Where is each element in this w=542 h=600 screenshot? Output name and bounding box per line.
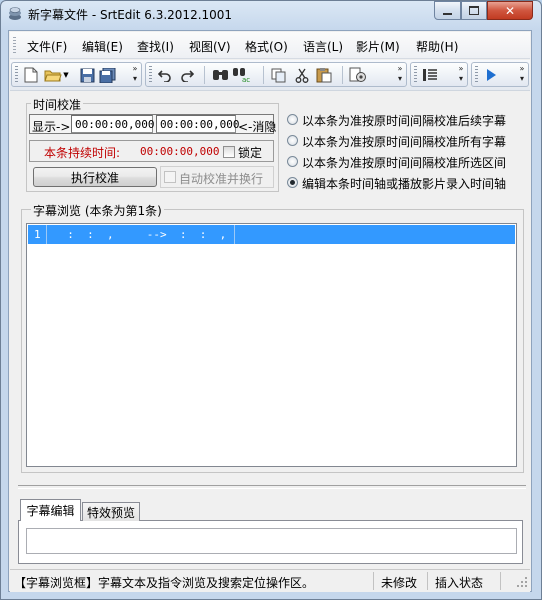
hide-label: <-消隐: [238, 120, 277, 134]
toolbar-grip[interactable]: [475, 66, 478, 84]
open-folder-icon[interactable]: [44, 66, 62, 84]
radio-label-range[interactable]: 以本条为准按原时间间隔校准所选区间: [302, 154, 506, 171]
radio-label-all[interactable]: 以本条为准按原时间间隔校准所有字幕: [302, 133, 506, 150]
app-icon: [9, 7, 21, 20]
save-icon[interactable]: [78, 66, 96, 84]
menu-grip[interactable]: [13, 37, 16, 53]
toolbar-separator: [204, 66, 205, 84]
toolbar-row: ▼ » ▾ ac » ▾ » ▾ » ▾: [10, 60, 530, 91]
toolbar-grip[interactable]: [414, 66, 417, 84]
duration-value: 00:00:00,000: [140, 145, 220, 158]
find-icon[interactable]: [211, 66, 229, 84]
menu-find[interactable]: 查找(I): [137, 38, 174, 55]
status-divider: [427, 572, 428, 590]
window-title: 新字幕文件 - SrtEdit 6.3.2012.1001: [28, 8, 233, 22]
play-icon[interactable]: [482, 66, 500, 84]
auto-calibrate-label: 自动校准并换行: [179, 172, 264, 186]
radio-label-edit-timeline[interactable]: 编辑本条时间轴或播放影片录入时间轴: [302, 175, 506, 192]
save-all-icon[interactable]: [98, 66, 116, 84]
status-divider: [500, 572, 501, 590]
subtitle-list[interactable]: 1 : : , --> : : ,: [26, 223, 517, 467]
time-calibration-label: 时间校准: [31, 96, 84, 113]
toolbar-separator: [263, 66, 264, 84]
radio-calibrate-following[interactable]: [287, 114, 298, 125]
lock-label: 锁定: [238, 146, 263, 160]
list-item[interactable]: 1 : : , --> : : ,: [28, 225, 515, 244]
title-bar[interactable]: 新字幕文件 - SrtEdit 6.3.2012.1001 ✕: [0, 0, 540, 28]
status-divider: [373, 572, 374, 590]
toolbar-grip[interactable]: [15, 66, 18, 84]
copy-icon[interactable]: [270, 66, 288, 84]
radio-label-following[interactable]: 以本条为准按原时间间隔校准后续字幕: [302, 112, 506, 129]
menu-bar: 文件(F) 编辑(E) 查找(I) 视图(V) 格式(O) 语言(L) 影片(M…: [10, 32, 530, 59]
menu-movie[interactable]: 影片(M): [356, 38, 400, 55]
menu-help[interactable]: 帮助(H): [416, 38, 458, 55]
tab-subtitle-edit[interactable]: 字幕编辑: [20, 499, 81, 521]
redo-icon[interactable]: [178, 66, 196, 84]
svg-text:ac: ac: [242, 76, 250, 83]
replace-icon[interactable]: ac: [232, 66, 254, 84]
row-divider: [234, 225, 235, 244]
tab-effect-preview[interactable]: 特效预览: [82, 502, 140, 521]
toolbar-overflow-chevron[interactable]: » ▾: [518, 64, 526, 86]
toolbar-grip[interactable]: [149, 66, 152, 84]
subtitle-text-input[interactable]: [26, 528, 517, 554]
row-index: 1: [34, 228, 41, 241]
display-label: 显示->: [32, 120, 71, 134]
list-view-icon[interactable]: [421, 66, 439, 84]
menu-edit[interactable]: 编辑(E): [82, 38, 123, 55]
toolbar-overflow-chevron[interactable]: » ▾: [396, 64, 404, 86]
minimize-icon: [443, 12, 452, 15]
row-content: : : , --> : : ,: [54, 228, 227, 241]
duration-label: 本条持续时间:: [44, 146, 121, 160]
toolbar-separator: [342, 66, 343, 84]
settings-icon[interactable]: [349, 66, 369, 84]
radio-edit-timeline[interactable]: [287, 177, 298, 188]
paste-icon[interactable]: [315, 66, 333, 84]
status-hint: 【字幕浏览框】字幕文本及指令浏览及搜索定位操作区。: [14, 576, 315, 590]
close-button[interactable]: ✕: [487, 1, 533, 20]
end-time-field[interactable]: 00:00:00,000: [156, 115, 239, 133]
auto-calibrate-checkbox[interactable]: [164, 171, 176, 183]
maximize-button[interactable]: [461, 1, 487, 20]
status-bar: 【字幕浏览框】字幕文本及指令浏览及搜索定位操作区。 未修改 插入状态: [10, 569, 530, 592]
status-mode: 插入状态: [435, 576, 484, 590]
open-dropdown-icon[interactable]: ▼: [62, 66, 70, 84]
menu-view[interactable]: 视图(V): [189, 38, 231, 55]
splitter-handle[interactable]: [18, 485, 526, 489]
resize-grip-icon[interactable]: [516, 576, 528, 588]
radio-calibrate-all[interactable]: [287, 135, 298, 146]
start-time-field[interactable]: 00:00:00,000: [71, 115, 154, 133]
cut-icon[interactable]: [293, 66, 311, 84]
subtitle-browser-label: 字幕浏览 (本条为第1条): [31, 202, 164, 219]
toolbar-overflow-chevron[interactable]: » ▾: [131, 64, 139, 86]
menu-format[interactable]: 格式(O): [245, 38, 288, 55]
undo-icon[interactable]: [156, 66, 174, 84]
maximize-icon: [469, 6, 479, 15]
status-modified: 未修改: [381, 576, 418, 590]
toolbar-overflow-chevron[interactable]: » ▾: [457, 64, 465, 86]
row-divider: [46, 225, 47, 244]
execute-calibration-button[interactable]: 执行校准: [33, 167, 157, 187]
radio-calibrate-range[interactable]: [287, 156, 298, 167]
new-file-icon[interactable]: [22, 66, 40, 84]
close-icon: ✕: [504, 3, 516, 18]
menu-file[interactable]: 文件(F): [27, 38, 67, 55]
lock-checkbox[interactable]: [223, 146, 235, 158]
menu-language[interactable]: 语言(L): [303, 38, 343, 55]
minimize-button[interactable]: [434, 1, 461, 20]
